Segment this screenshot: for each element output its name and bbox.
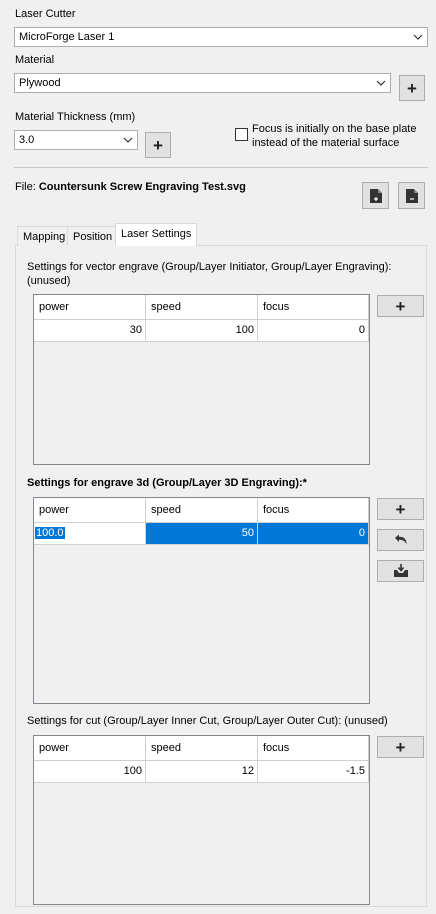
material-select[interactable]: Plywood — [14, 73, 391, 93]
chevron-down-icon — [413, 34, 423, 40]
material-label: Material — [15, 54, 55, 66]
laser-cutter-label: Laser Cutter — [15, 8, 76, 20]
power-cell[interactable]: 100 — [34, 761, 146, 783]
table-row-selected[interactable]: 100.0 50 0 — [34, 523, 369, 545]
chevron-down-icon — [123, 137, 133, 143]
tab-position[interactable]: Position — [67, 226, 119, 246]
vector-engrave-grid: power speed focus 30 100 0 — [33, 294, 370, 465]
add-file-button[interactable] — [362, 182, 389, 209]
column-header-speed[interactable]: speed — [146, 498, 258, 523]
table-row[interactable]: 30 100 0 — [34, 320, 369, 342]
tab-laser-settings[interactable]: Laser Settings — [115, 223, 198, 246]
power-cell-text: 100.0 — [35, 527, 65, 539]
vector-engrave-title: Settings for vector engrave (Group/Layer… — [27, 261, 392, 273]
remove-file-icon — [405, 188, 418, 203]
add-cut-setting-button[interactable]: + — [377, 736, 424, 758]
column-header-focus[interactable]: focus — [258, 498, 369, 523]
file-name: Countersunk Screw Engraving Test.svg — [38, 181, 246, 193]
laser-cutter-value: MicroForge Laser 1 — [19, 31, 115, 43]
focus-cell[interactable]: 0 — [258, 320, 369, 342]
column-header-focus[interactable]: focus — [258, 736, 369, 761]
plus-icon: + — [153, 135, 163, 155]
undo-3d-setting-button[interactable] — [377, 529, 424, 551]
add-3d-setting-button[interactable]: + — [377, 498, 424, 520]
table-row[interactable]: 100 12 -1.5 — [34, 761, 369, 783]
undo-icon — [394, 534, 406, 545]
file-prefix: File: — [15, 181, 36, 193]
column-header-power[interactable]: power — [34, 736, 146, 761]
focus-cell[interactable]: -1.5 — [258, 761, 369, 783]
focus-option-line2: instead of the material surface — [252, 137, 400, 149]
thickness-select[interactable]: 3.0 — [14, 130, 138, 150]
focus-cell[interactable]: 0 — [258, 523, 369, 545]
column-header-power[interactable]: power — [34, 295, 146, 320]
add-thickness-button[interactable]: + — [145, 132, 171, 158]
thickness-value: 3.0 — [19, 134, 35, 146]
cut-title: Settings for cut (Group/Layer Inner Cut,… — [27, 715, 388, 727]
divider — [14, 167, 428, 168]
plus-icon: + — [395, 499, 406, 519]
power-cell-editor[interactable]: 100.0 — [34, 523, 146, 545]
material-value: Plywood — [19, 77, 61, 89]
engrave-3d-title: Settings for engrave 3d (Group/Layer 3D … — [27, 477, 307, 489]
thickness-label: Material Thickness (mm) — [15, 111, 136, 123]
speed-cell[interactable]: 50 — [146, 523, 258, 545]
focus-base-plate-checkbox[interactable] — [235, 128, 248, 141]
save-icon — [393, 564, 408, 577]
column-header-power[interactable]: power — [34, 498, 146, 523]
file-label: File: Countersunk Screw Engraving Test.s… — [15, 181, 246, 193]
engrave-3d-grid: power speed focus 100.0 50 0 — [33, 497, 370, 704]
plus-icon: + — [395, 737, 406, 757]
speed-cell[interactable]: 100 — [146, 320, 258, 342]
add-vector-setting-button[interactable]: + — [377, 295, 424, 317]
cut-grid: power speed focus 100 12 -1.5 — [33, 735, 370, 905]
column-header-speed[interactable]: speed — [146, 736, 258, 761]
focus-option-line1: Focus is initially on the base plate — [252, 123, 417, 135]
plus-icon: + — [395, 296, 406, 316]
laser-cutter-select[interactable]: MicroForge Laser 1 — [14, 27, 428, 47]
tab-mapping[interactable]: Mapping — [17, 226, 72, 246]
plus-icon: + — [407, 78, 417, 98]
add-material-button[interactable]: + — [399, 75, 425, 101]
save-3d-setting-button[interactable] — [377, 560, 424, 582]
chevron-down-icon — [376, 80, 386, 86]
column-header-speed[interactable]: speed — [146, 295, 258, 320]
power-cell[interactable]: 30 — [34, 320, 146, 342]
speed-cell[interactable]: 12 — [146, 761, 258, 783]
column-header-focus[interactable]: focus — [258, 295, 369, 320]
new-file-icon — [369, 188, 382, 203]
vector-engrave-unused: (unused) — [27, 275, 71, 287]
remove-file-button[interactable] — [398, 182, 425, 209]
